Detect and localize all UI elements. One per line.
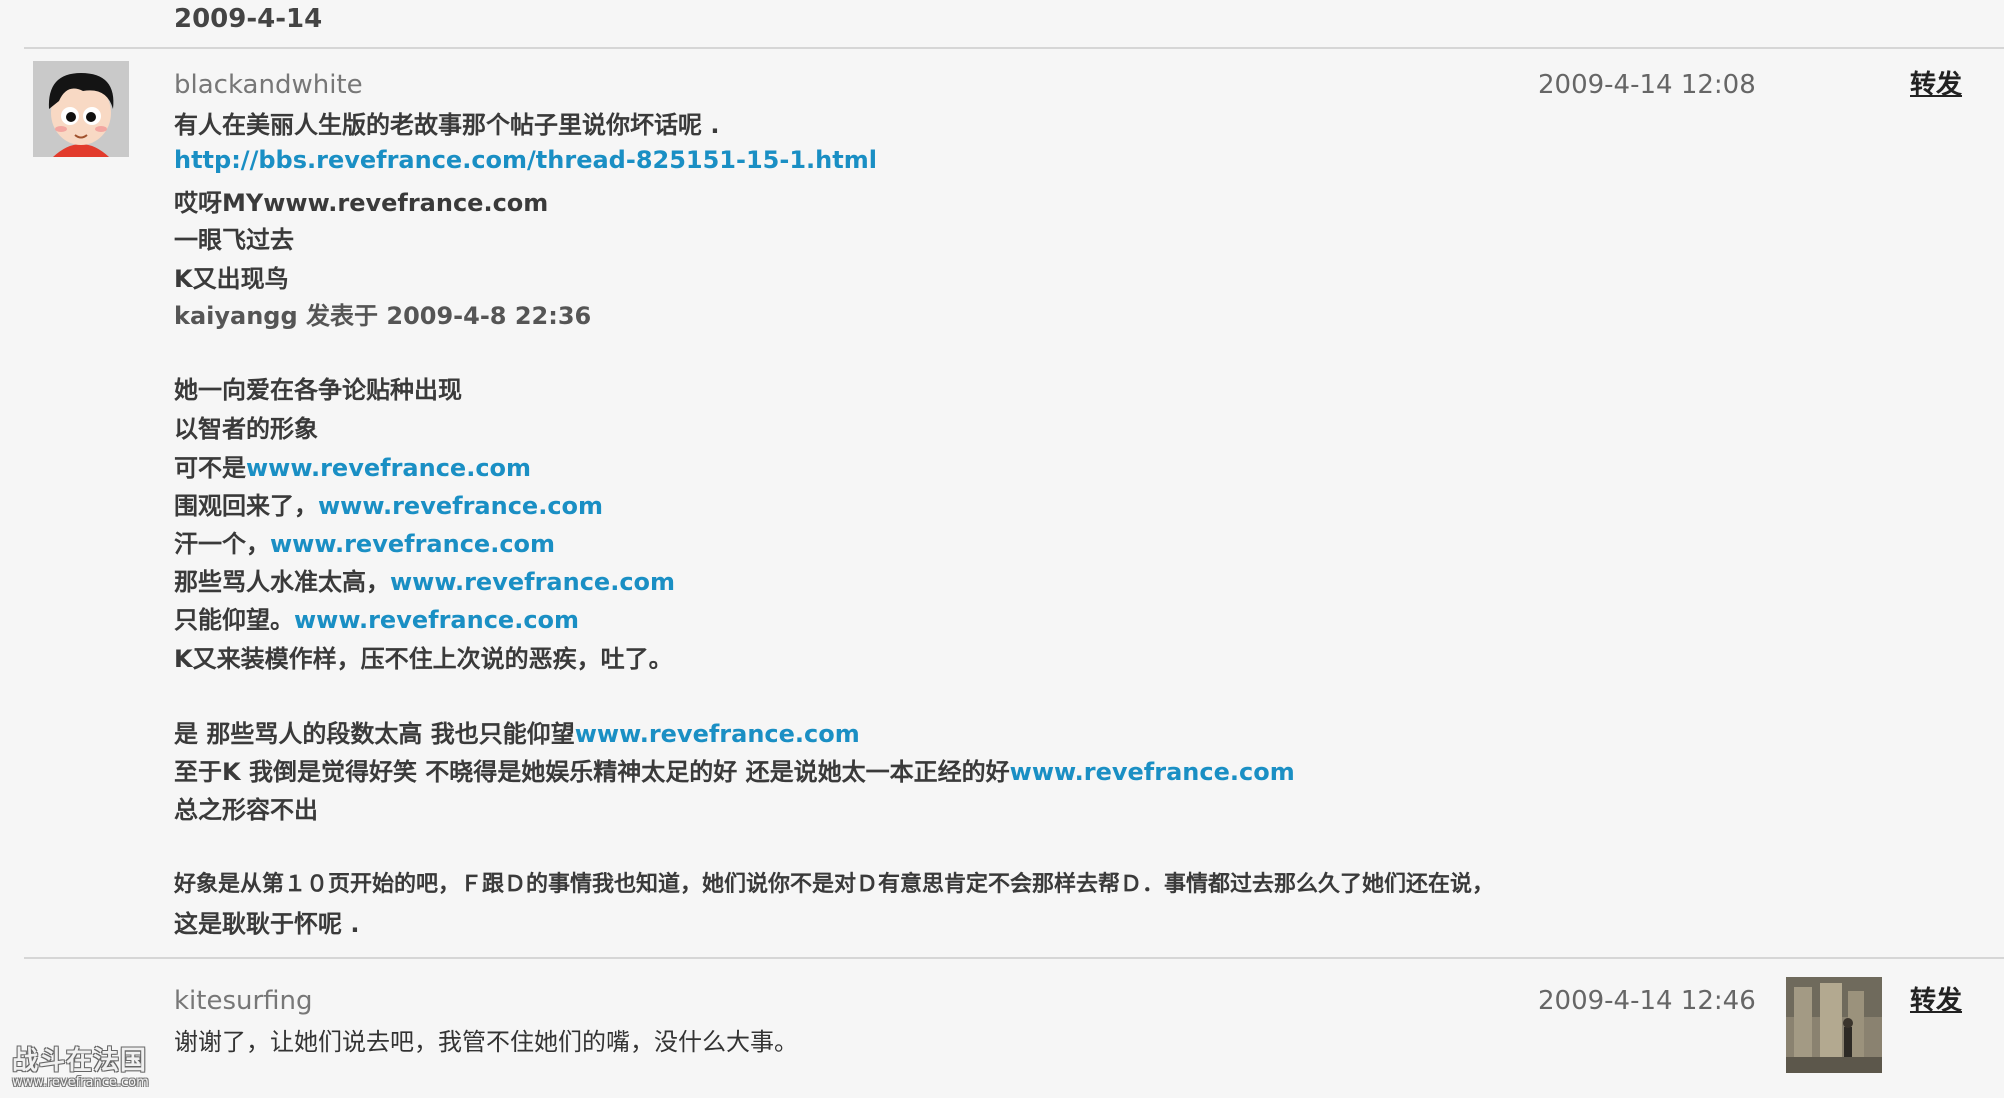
post-line: 以智者的形象	[174, 415, 318, 443]
post-line: 这是耿耿于怀呢 .	[174, 910, 360, 938]
post-line: 至于K 我倒是觉得好笑 不晓得是她娱乐精神太足的好 还是说她太一本正经的好www…	[174, 758, 1295, 786]
avatar[interactable]	[33, 61, 129, 157]
post-line: 有人在美丽人生版的老故事那个帖子里说你坏话呢 .	[174, 111, 720, 139]
post-line: 是 那些骂人的段数太高 我也只能仰望www.revefrance.com	[174, 720, 860, 748]
divider-between-posts	[24, 957, 2004, 959]
post-line: 那些骂人水准太高，www.revefrance.com	[174, 568, 676, 596]
post-line: 只能仰望。www.revefrance.com	[174, 606, 580, 634]
post-line: 哎呀MYwww.revefrance.com	[174, 189, 549, 217]
watermark-url: www.revefrance.com	[12, 1075, 149, 1090]
site-link[interactable]: www.revefrance.com	[390, 568, 675, 596]
site-link[interactable]: www.revefrance.com	[270, 530, 555, 558]
post-line: 好象是从第１０页开始的吧，Ｆ跟Ｄ的事情我也知道，她们说你不是对Ｄ有意思肯定不会那…	[174, 872, 1495, 897]
post-line: 一眼飞过去	[174, 226, 294, 254]
post-line: 总之形容不出	[174, 796, 318, 824]
thread-url-link[interactable]: http://bbs.revefrance.com/thread-825151-…	[174, 146, 877, 174]
post-line: K又出现鸟	[174, 265, 289, 293]
forward-link[interactable]: 转发	[1910, 980, 1962, 1017]
post-line: 谢谢了，让她们说去吧，我管不住她们的嘴，没什么大事。	[174, 1028, 798, 1056]
post-line: 可不是www.revefrance.com	[174, 454, 532, 482]
site-link[interactable]: www.revefrance.com	[294, 606, 579, 634]
post-line: 汗一个，www.revefrance.com	[174, 530, 556, 558]
forward-link[interactable]: 转发	[1910, 64, 1962, 101]
site-link[interactable]: www.revefrance.com	[1010, 758, 1295, 786]
post-line: K又来装模作样，压不住上次说的恶疾，吐了。	[174, 645, 673, 673]
photo-thumbnail[interactable]	[1786, 977, 1882, 1073]
date-header: 2009-4-14	[174, 4, 323, 34]
photo-thumbnail-icon	[1786, 977, 1882, 1073]
post-line: http://bbs.revefrance.com/thread-825151-…	[174, 146, 877, 174]
site-watermark: 战斗在法国 www.revefrance.com	[12, 1046, 149, 1090]
username[interactable]: kitesurfing	[174, 986, 313, 1016]
post-line: 她一向爱在各争论贴种出现	[174, 376, 462, 404]
post-line: 围观回来了，www.revefrance.com	[174, 492, 604, 520]
site-link[interactable]: www.revefrance.com	[246, 454, 531, 482]
site-link[interactable]: www.revefrance.com	[575, 720, 860, 748]
cartoon-avatar-icon	[33, 61, 129, 157]
post-timestamp: 2009-4-14 12:08	[1538, 70, 1756, 100]
site-link[interactable]: www.revefrance.com	[318, 492, 603, 520]
username[interactable]: blackandwhite	[174, 70, 363, 100]
watermark-title: 战斗在法国	[12, 1046, 148, 1076]
post-timestamp: 2009-4-14 12:46	[1538, 986, 1756, 1016]
quote-attribution: kaiyangg 发表于 2009-4-8 22:36	[174, 302, 592, 330]
divider-top	[24, 47, 2004, 49]
